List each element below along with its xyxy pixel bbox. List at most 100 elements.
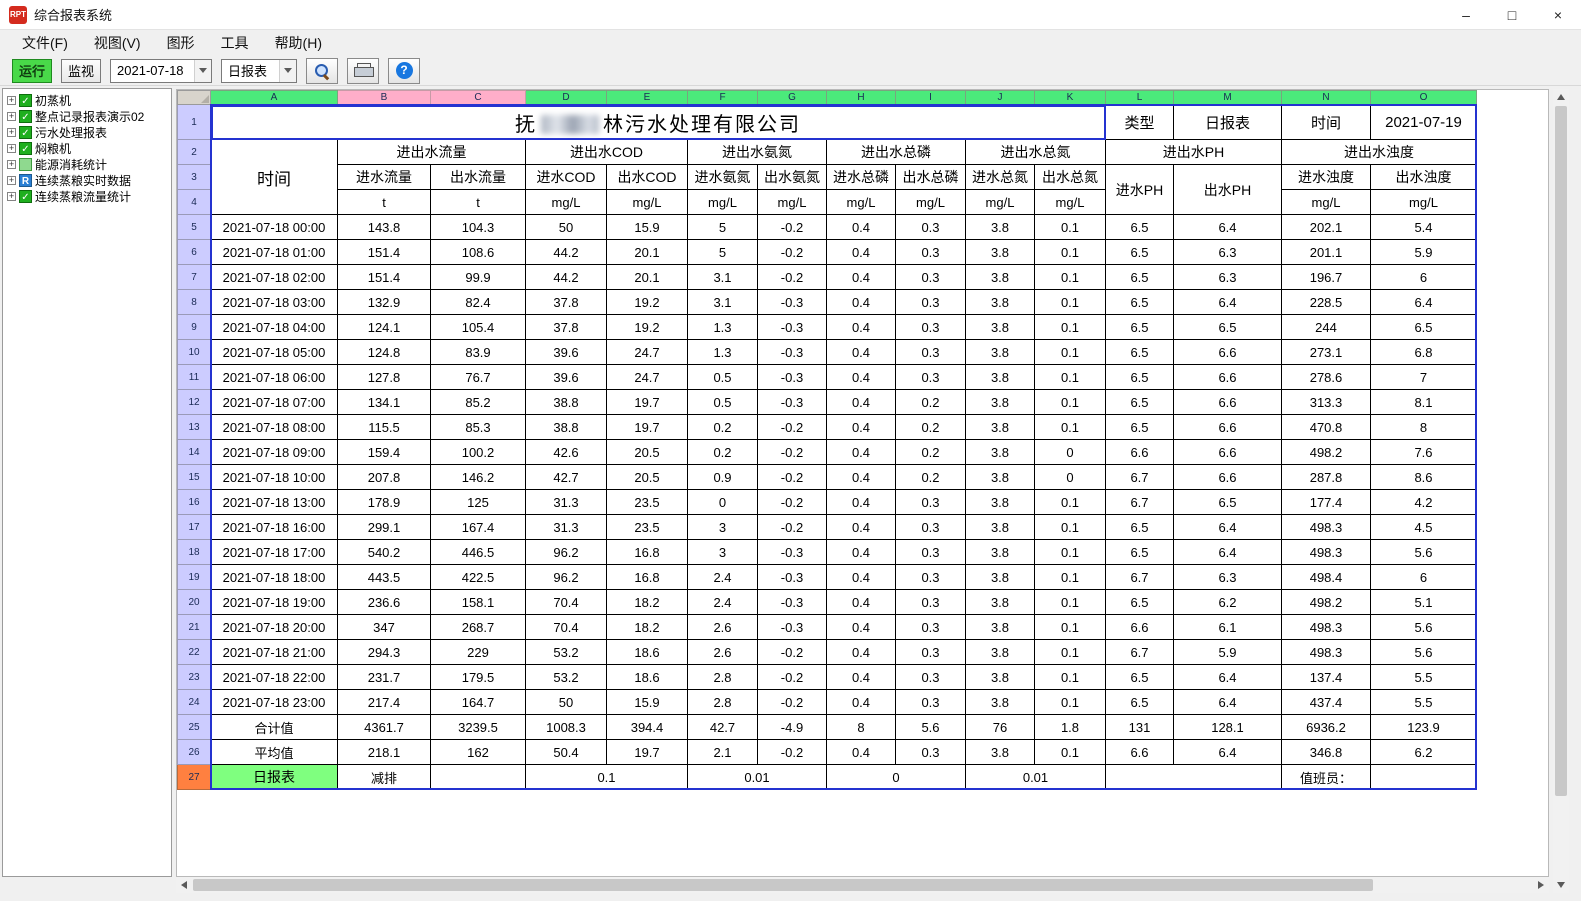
- cell[interactable]: 31.3: [526, 490, 607, 515]
- cell[interactable]: 0.3: [896, 315, 966, 340]
- unit-header[interactable]: mg/L: [758, 190, 827, 215]
- row-header-9[interactable]: 9: [178, 315, 211, 340]
- sub-header[interactable]: 出水浊度: [1371, 165, 1477, 190]
- cell[interactable]: 2021-07-18 02:00: [211, 265, 338, 290]
- row-header-16[interactable]: 16: [178, 490, 211, 515]
- cell[interactable]: 6.4: [1371, 290, 1477, 315]
- row-header-17[interactable]: 17: [178, 515, 211, 540]
- cell[interactable]: 2.6: [688, 615, 758, 640]
- footer-duty-label[interactable]: 值班员：: [1282, 765, 1371, 790]
- cell[interactable]: 3.1: [688, 265, 758, 290]
- cell[interactable]: 6.4: [1174, 215, 1282, 240]
- cell[interactable]: -0.2: [758, 465, 827, 490]
- row-header-10[interactable]: 10: [178, 340, 211, 365]
- cell[interactable]: 6: [1371, 265, 1477, 290]
- cell[interactable]: 6.5: [1371, 315, 1477, 340]
- total-cell[interactable]: 5.6: [896, 715, 966, 740]
- search-button[interactable]: [306, 58, 338, 84]
- print-button[interactable]: [347, 58, 379, 84]
- cell[interactable]: 53.2: [526, 665, 607, 690]
- column-header-E[interactable]: E: [607, 91, 688, 105]
- cell[interactable]: 3: [688, 540, 758, 565]
- menu-graphics[interactable]: 图形: [155, 31, 207, 55]
- row-header-3[interactable]: 3: [178, 165, 211, 190]
- cell[interactable]: 31.3: [526, 515, 607, 540]
- cell[interactable]: 0.4: [827, 490, 896, 515]
- footer-value-2[interactable]: 0.01: [688, 765, 827, 790]
- cell[interactable]: 6.5: [1106, 415, 1174, 440]
- sub-header[interactable]: 进水流量: [338, 165, 431, 190]
- cell[interactable]: 0.3: [896, 515, 966, 540]
- cell[interactable]: 6.6: [1174, 465, 1282, 490]
- cell[interactable]: 164.7: [431, 690, 526, 715]
- cell[interactable]: 0.1: [1035, 690, 1106, 715]
- cell[interactable]: 178.9: [338, 490, 431, 515]
- cell[interactable]: 2021-07-18 04:00: [211, 315, 338, 340]
- cell[interactable]: 6.6: [1174, 340, 1282, 365]
- footer-value-1[interactable]: 0.1: [526, 765, 688, 790]
- cell[interactable]: 6.7: [1106, 490, 1174, 515]
- row-header-8[interactable]: 8: [178, 290, 211, 315]
- cell[interactable]: -0.3: [758, 540, 827, 565]
- date-select[interactable]: 2021-07-18: [110, 59, 212, 83]
- cell[interactable]: 422.5: [431, 565, 526, 590]
- menu-file[interactable]: 文件(F): [10, 31, 80, 55]
- sidebar-item[interactable]: +✓连续蒸粮流量统计: [3, 188, 171, 204]
- group-header[interactable]: 进出水总氮: [966, 140, 1106, 165]
- cell[interactable]: 2021-07-18 09:00: [211, 440, 338, 465]
- cell[interactable]: 3.8: [966, 315, 1035, 340]
- cell[interactable]: 2021-07-18 10:00: [211, 465, 338, 490]
- cell[interactable]: -0.2: [758, 690, 827, 715]
- row-header-1[interactable]: 1: [178, 105, 211, 140]
- cell[interactable]: 0.5: [688, 365, 758, 390]
- cell[interactable]: 0.3: [896, 640, 966, 665]
- cell[interactable]: 6.5: [1106, 390, 1174, 415]
- cell[interactable]: 3.8: [966, 565, 1035, 590]
- cell[interactable]: 6.5: [1106, 215, 1174, 240]
- cell[interactable]: -0.2: [758, 240, 827, 265]
- cell[interactable]: 6.5: [1174, 490, 1282, 515]
- cell[interactable]: 0.3: [896, 665, 966, 690]
- column-header-O[interactable]: O: [1371, 91, 1477, 105]
- cell[interactable]: 1.3: [688, 340, 758, 365]
- cell[interactable]: 5: [688, 215, 758, 240]
- cell[interactable]: 6.7: [1106, 565, 1174, 590]
- cell[interactable]: 50: [526, 215, 607, 240]
- cell[interactable]: 2.6: [688, 640, 758, 665]
- cell[interactable]: 5.5: [1371, 690, 1477, 715]
- vertical-scrollbar-thumb[interactable]: [1555, 106, 1567, 796]
- cell[interactable]: 24.7: [607, 365, 688, 390]
- unit-header[interactable]: mg/L: [1035, 190, 1106, 215]
- total-cell[interactable]: 123.9: [1371, 715, 1477, 740]
- cell[interactable]: 146.2: [431, 465, 526, 490]
- cell[interactable]: 294.3: [338, 640, 431, 665]
- sub-header[interactable]: 出水总磷: [896, 165, 966, 190]
- column-header-K[interactable]: K: [1035, 91, 1106, 105]
- unit-header[interactable]: t: [431, 190, 526, 215]
- total-cell[interactable]: 76: [966, 715, 1035, 740]
- cell[interactable]: 3.8: [966, 690, 1035, 715]
- cell[interactable]: 207.8: [338, 465, 431, 490]
- expand-plus-icon[interactable]: +: [7, 112, 16, 121]
- cell[interactable]: 3.8: [966, 440, 1035, 465]
- row-header-15[interactable]: 15: [178, 465, 211, 490]
- cell[interactable]: 18.6: [607, 665, 688, 690]
- cell[interactable]: 236.6: [338, 590, 431, 615]
- cell[interactable]: 6.6: [1174, 390, 1282, 415]
- cell[interactable]: 3.8: [966, 590, 1035, 615]
- cell[interactable]: 0: [1035, 440, 1106, 465]
- total-cell[interactable]: 3239.5: [431, 715, 526, 740]
- sub-header[interactable]: 进水氨氮: [688, 165, 758, 190]
- sidebar-item[interactable]: +✓初蒸机: [3, 92, 171, 108]
- cell[interactable]: 0.4: [827, 240, 896, 265]
- cell[interactable]: 124.8: [338, 340, 431, 365]
- cell[interactable]: 6.4: [1174, 515, 1282, 540]
- expand-plus-icon[interactable]: +: [7, 96, 16, 105]
- cell[interactable]: 5.6: [1371, 540, 1477, 565]
- cell[interactable]: 6.6: [1174, 440, 1282, 465]
- cell[interactable]: 2021-07-18 05:00: [211, 340, 338, 365]
- cell[interactable]: 37.8: [526, 290, 607, 315]
- cell[interactable]: 347: [338, 615, 431, 640]
- cell[interactable]: 0.3: [896, 565, 966, 590]
- cell[interactable]: 2021-07-18 07:00: [211, 390, 338, 415]
